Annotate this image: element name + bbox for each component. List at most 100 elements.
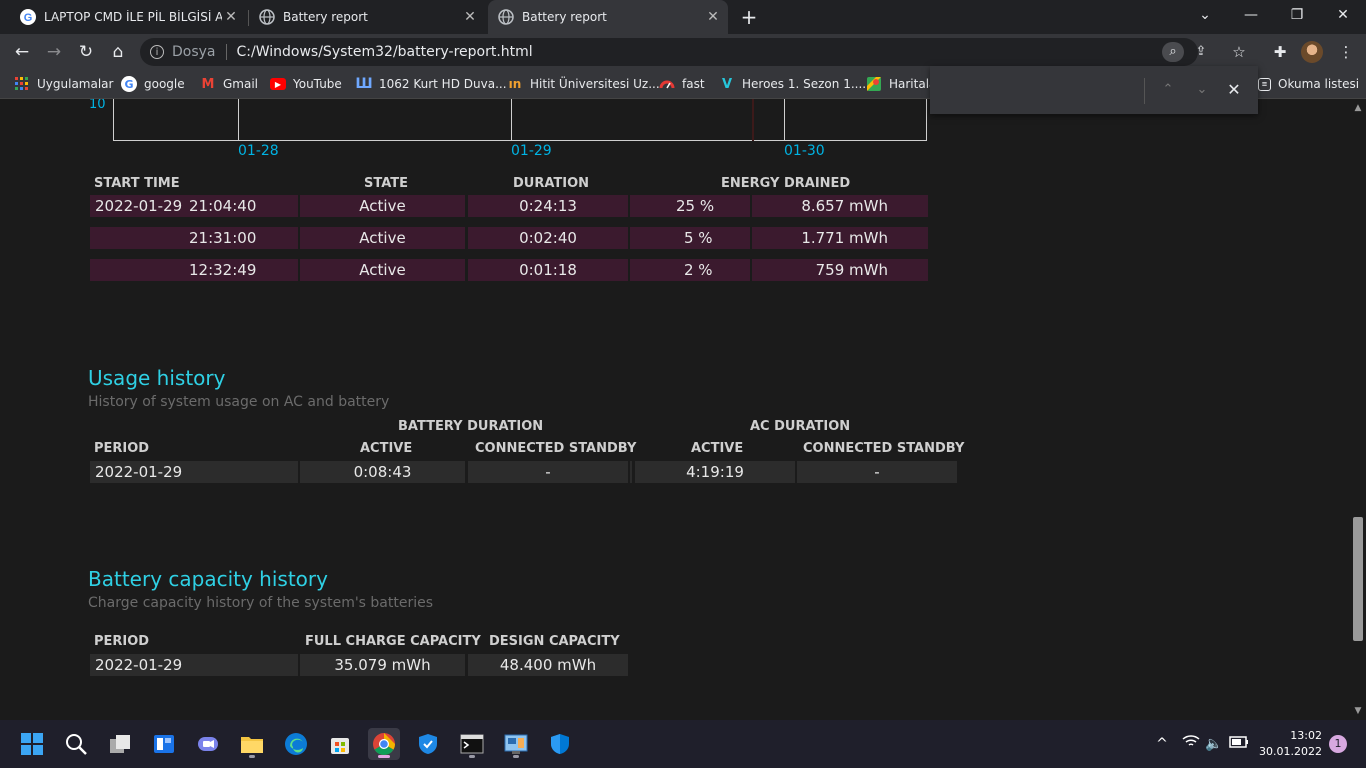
windows-start-icon[interactable]: [16, 728, 48, 760]
table-row: 2022-01-29 21:04:40: [90, 195, 298, 217]
bookmark-label: Gmail: [223, 77, 259, 91]
bookmark-fast[interactable]: fast: [659, 70, 705, 98]
drain-time: 12:32:49: [189, 261, 257, 279]
drain-percent: 5 %: [630, 227, 750, 249]
battery-charging-icon[interactable]: [1228, 734, 1250, 754]
bookmark-label: Hitit Üniversitesi Uz...: [530, 77, 660, 91]
usage-bat-standby: -: [468, 461, 628, 483]
chart-day-line: [784, 99, 785, 141]
defender-shield-icon[interactable]: [544, 728, 576, 760]
usage-divider: [630, 461, 632, 483]
google-g-icon: G: [121, 76, 137, 92]
page-scrollbar[interactable]: ▲ ▼: [1350, 99, 1366, 720]
wifi-icon[interactable]: [1180, 734, 1202, 754]
usage-history-title: Usage history: [88, 366, 226, 390]
system-clock[interactable]: 13:02 30.01.2022: [1258, 728, 1322, 760]
drain-time: 21:31:00: [189, 229, 257, 247]
scroll-down-icon[interactable]: ▼: [1350, 704, 1366, 718]
chart-drain-mark: [752, 99, 754, 141]
reading-list-icon: ≡: [1258, 77, 1271, 91]
bookmark-apps[interactable]: Uygulamalar: [14, 70, 113, 98]
drain-percent: 2 %: [630, 259, 750, 281]
usage-group-battery: BATTERY DURATION: [398, 419, 544, 434]
taskbar: ^ 🔈 13:02 30.01.2022 1: [0, 720, 1366, 768]
find-next-icon[interactable]: ⌄: [1192, 80, 1212, 100]
search-icon[interactable]: [60, 728, 92, 760]
drain-energy: 1.771 mWh: [752, 227, 928, 249]
back-icon[interactable]: ←: [10, 40, 34, 64]
bookmark-kurt-hd[interactable]: Ш 1062 Kurt HD Duva...: [355, 70, 506, 98]
extensions-puzzle-icon[interactable]: ✚: [1268, 41, 1292, 63]
svg-text:G: G: [24, 12, 33, 24]
tray-overflow-chevron-icon[interactable]: ^: [1153, 734, 1171, 754]
bookmark-label: YouTube: [293, 77, 342, 91]
notification-badge[interactable]: 1: [1329, 735, 1347, 753]
chrome-icon[interactable]: [368, 728, 400, 760]
capacity-header-period: PERIOD: [94, 634, 150, 649]
tab-close-icon[interactable]: ✕: [222, 9, 240, 25]
scroll-thumb[interactable]: [1353, 517, 1363, 641]
bookmark-heroes[interactable]: V Heroes 1. Sezon 1....: [719, 70, 866, 98]
task-view-icon[interactable]: [104, 728, 136, 760]
usage-header-bat-standby: CONNECTED STANDBY: [475, 441, 637, 456]
bookmark-hitit[interactable]: ın Hitit Üniversitesi Uz...: [507, 70, 660, 98]
file-explorer-icon[interactable]: [236, 728, 268, 760]
active-indicator: [378, 755, 390, 758]
drain-percent: 25 %: [630, 195, 750, 217]
volume-icon[interactable]: 🔈: [1204, 734, 1224, 754]
address-url[interactable]: C:/Windows/System32/battery-report.html: [237, 44, 533, 60]
close-window-icon[interactable]: ✕: [1320, 0, 1366, 30]
find-close-icon[interactable]: ✕: [1224, 80, 1244, 100]
share-icon[interactable]: ⇪: [1190, 42, 1212, 62]
drain-header-state: STATE: [364, 176, 409, 191]
gmail-icon: M: [201, 76, 215, 92]
bookmark-google[interactable]: G google: [121, 70, 185, 98]
restore-icon[interactable]: ❐: [1274, 0, 1320, 30]
drain-header-duration: DURATION: [513, 176, 590, 191]
tab-close-icon[interactable]: ✕: [461, 9, 479, 25]
widgets-icon[interactable]: [148, 728, 180, 760]
address-scheme-label: Dosya: [172, 44, 216, 60]
control-panel-icon[interactable]: [500, 728, 532, 760]
chart-x-tick: 01-29: [511, 143, 552, 159]
apps-grid-icon: [14, 76, 30, 92]
info-icon[interactable]: i: [150, 45, 164, 59]
terminal-icon[interactable]: [456, 728, 488, 760]
capacity-header-design: DESIGN CAPACITY: [489, 634, 620, 649]
tab-battery-report[interactable]: Battery report ✕: [249, 0, 485, 34]
usage-bat-active: 0:08:43: [300, 461, 465, 483]
capacity-header-full: FULL CHARGE CAPACITY: [305, 634, 481, 649]
reading-list-button[interactable]: ≡ Okuma listesi: [1258, 70, 1359, 98]
store-icon[interactable]: [324, 728, 356, 760]
bookmark-youtube[interactable]: ▶ YouTube: [270, 70, 342, 98]
usage-group-ac: AC DURATION: [750, 419, 851, 434]
bookmark-maps[interactable]: Haritala: [866, 70, 936, 98]
drain-state: Active: [300, 227, 465, 249]
tab-battery-report-active[interactable]: Battery report ✕: [488, 0, 728, 34]
reload-icon[interactable]: ↻: [74, 40, 98, 64]
tab-laptop-cmd[interactable]: G LAPTOP CMD İLE PİL BİLGİSİ ALM ✕: [10, 0, 246, 34]
youtube-icon: ▶: [270, 78, 286, 90]
security-shield-icon[interactable]: [412, 728, 444, 760]
bookmark-gmail[interactable]: M Gmail: [200, 70, 258, 98]
forward-icon[interactable]: →: [42, 40, 66, 64]
menu-dots-icon[interactable]: ⋮: [1334, 41, 1358, 63]
tab-close-icon[interactable]: ✕: [704, 9, 722, 25]
bookmark-star-icon[interactable]: ☆: [1228, 42, 1250, 62]
usage-ac-active: 4:19:19: [635, 461, 795, 483]
find-prev-icon[interactable]: ⌃: [1158, 80, 1178, 100]
find-in-page-icon[interactable]: ⌕: [1162, 42, 1184, 62]
minimize-icon[interactable]: —: [1228, 0, 1274, 30]
profile-avatar[interactable]: [1301, 41, 1323, 63]
tab-search-chevron-icon[interactable]: ⌄: [1182, 0, 1228, 30]
address-divider: [225, 44, 227, 60]
edge-icon[interactable]: [280, 728, 312, 760]
find-divider: [1144, 78, 1145, 104]
running-indicator: [249, 755, 255, 758]
maps-icon: [866, 76, 882, 92]
teams-chat-icon[interactable]: [192, 728, 224, 760]
home-icon[interactable]: ⌂: [106, 40, 130, 64]
scroll-up-icon[interactable]: ▲: [1350, 101, 1366, 115]
new-tab-button[interactable]: +: [738, 4, 760, 30]
address-bar[interactable]: i Dosya C:/Windows/System32/battery-repo…: [140, 38, 1246, 66]
